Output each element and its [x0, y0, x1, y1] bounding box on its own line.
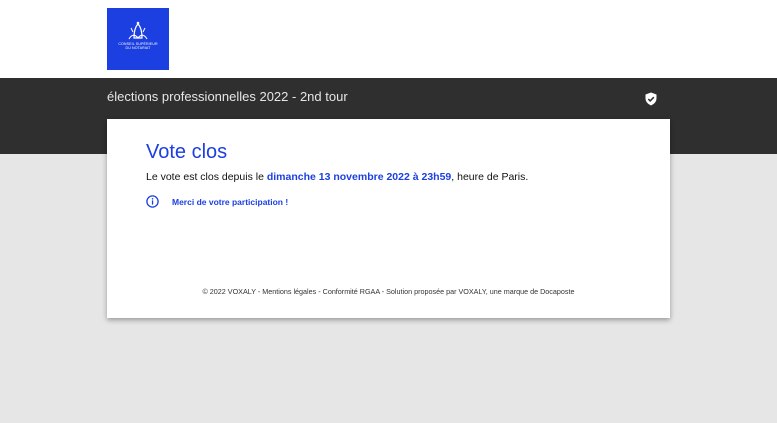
rgaa-compliance-link[interactable]: Conformité RGAA	[323, 287, 380, 296]
legal-notice-link[interactable]: Mentions légales	[262, 287, 316, 296]
logo-emblem-icon	[128, 21, 148, 40]
info-icon	[146, 195, 159, 208]
card-title: Vote clos	[146, 141, 228, 163]
logo-text: CONSEIL SUPÉRIEUR DU NOTARIAT	[107, 42, 169, 51]
message-prefix: Le vote est clos depuis le	[146, 171, 264, 183]
shield-check-icon	[645, 92, 657, 106]
footer-copyright: © 2022 VOXALY	[202, 287, 256, 296]
election-title: élections professionnelles 2022 - 2nd to…	[107, 89, 348, 104]
vote-closed-card: Vote clos Le vote est clos depuis le dim…	[107, 119, 670, 318]
closing-date: dimanche 13 novembre 2022 à 23h59	[266, 171, 452, 183]
logo[interactable]: CONSEIL SUPÉRIEUR DU NOTARIAT	[107, 8, 169, 70]
top-header: CONSEIL SUPÉRIEUR DU NOTARIAT	[0, 0, 777, 78]
logo-line-2: DU NOTARIAT	[125, 46, 151, 51]
footer-solution: Solution proposée par VOXALY, une marque…	[386, 287, 575, 296]
vote-closed-message: Le vote est clos depuis le dimanche 13 n…	[146, 171, 528, 183]
footer: © 2022 VOXALY - Mentions légales - Confo…	[107, 287, 670, 296]
message-suffix: , heure de Paris.	[451, 171, 529, 183]
participation-message: Merci de votre participation !	[172, 197, 289, 207]
